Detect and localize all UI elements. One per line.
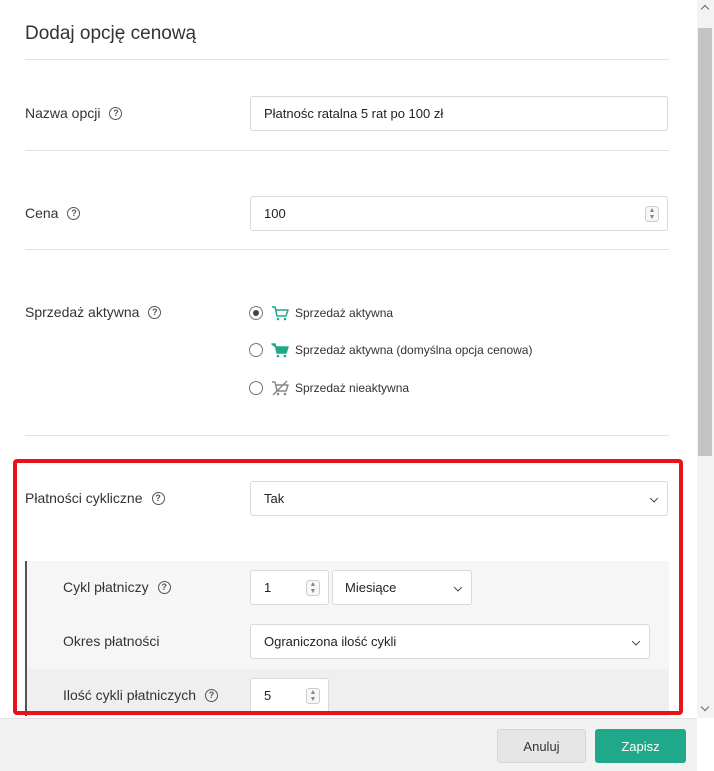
- help-icon[interactable]: ?: [157, 580, 171, 594]
- cycles-count-value: 5: [264, 688, 272, 703]
- cycle-value: 1: [264, 580, 272, 595]
- help-icon[interactable]: ?: [151, 491, 165, 505]
- period-label: Okres płatności: [63, 633, 159, 649]
- option-name-label: Nazwa opcji ?: [25, 105, 123, 121]
- price-label: Cena ?: [25, 205, 81, 221]
- recurring-label: Płatności cykliczne ?: [25, 490, 165, 506]
- recurring-value: Tak: [264, 491, 285, 506]
- option-name-input[interactable]: Płatnośc ratalna 5 rat po 100 zł: [250, 96, 668, 131]
- sale-option-label: Sprzedaż aktywna (domyślna opcja cenowa): [295, 343, 533, 357]
- recurring-label-text: Płatności cykliczne: [25, 490, 143, 506]
- period-select[interactable]: Ograniczona ilość cykli: [250, 624, 650, 659]
- cart-icon: [272, 306, 289, 321]
- dialog-footer: [0, 718, 697, 771]
- divider: [25, 249, 669, 250]
- sale-option-active[interactable]: Sprzedaż aktywna: [249, 305, 393, 321]
- price-option-dialog: Dodaj opcję cenową Nazwa opcji ? Płatnoś…: [0, 0, 714, 771]
- price-input[interactable]: 100 ▲ ▼: [250, 196, 668, 231]
- price-value: 100: [264, 206, 286, 221]
- price-stepper[interactable]: ▲ ▼: [645, 205, 659, 222]
- cycle-input[interactable]: 1 ▲ ▼: [250, 570, 329, 605]
- cart-disabled-icon: [272, 380, 289, 396]
- price-label-text: Cena: [25, 205, 59, 221]
- cycles-count-stepper[interactable]: ▲ ▼: [306, 687, 320, 704]
- option-name-value: Płatnośc ratalna 5 rat po 100 zł: [264, 106, 444, 121]
- option-name-label-text: Nazwa opcji: [25, 105, 101, 121]
- scroll-up-icon[interactable]: [700, 4, 710, 14]
- recurring-select[interactable]: Tak: [250, 481, 668, 516]
- divider: [25, 435, 669, 436]
- cycles-count-label-text: Ilość cykli płatniczych: [63, 687, 197, 703]
- help-icon[interactable]: ?: [205, 688, 219, 702]
- help-icon[interactable]: ?: [67, 206, 81, 220]
- sale-option-inactive[interactable]: Sprzedaż nieaktywna: [249, 380, 409, 396]
- save-button[interactable]: Zapisz: [595, 729, 686, 763]
- sale-active-label-text: Sprzedaż aktywna: [25, 304, 140, 320]
- period-value: Ograniczona ilość cykli: [264, 634, 397, 649]
- dialog-title: Dodaj opcję cenową: [25, 23, 197, 44]
- sale-option-default[interactable]: Sprzedaż aktywna (domyślna opcja cenowa): [249, 342, 532, 358]
- sale-active-label: Sprzedaż aktywna ?: [25, 304, 162, 320]
- cycles-count-input[interactable]: 5 ▲ ▼: [250, 678, 329, 713]
- radio-button[interactable]: [249, 381, 263, 395]
- help-icon[interactable]: ?: [109, 106, 123, 120]
- chevron-down-icon: [631, 636, 641, 646]
- scroll-down-icon[interactable]: [700, 702, 710, 712]
- period-label-text: Okres płatności: [63, 633, 160, 649]
- chevron-down-icon: [649, 493, 659, 503]
- cart-filled-icon: [271, 343, 289, 358]
- cycles-count-label: Ilość cykli płatniczych ?: [63, 687, 219, 703]
- cancel-button[interactable]: Anuluj: [497, 729, 586, 763]
- cycle-label: Cykl płatniczy ?: [63, 579, 171, 595]
- cycle-unit-select[interactable]: Miesiące: [332, 570, 472, 605]
- cycle-unit-value: Miesiące: [345, 580, 397, 595]
- scroll-thumb[interactable]: [698, 28, 712, 456]
- divider: [25, 59, 669, 60]
- scrollbar[interactable]: [697, 0, 714, 718]
- radio-button[interactable]: [249, 306, 263, 320]
- cycle-stepper[interactable]: ▲ ▼: [306, 579, 320, 596]
- chevron-down-icon: [453, 582, 463, 592]
- cycle-label-text: Cykl płatniczy: [63, 579, 149, 595]
- divider: [25, 150, 669, 151]
- radio-button[interactable]: [249, 343, 263, 357]
- sale-option-label: Sprzedaż nieaktywna: [295, 381, 410, 395]
- help-icon[interactable]: ?: [148, 305, 162, 319]
- sale-option-label: Sprzedaż aktywna: [295, 306, 394, 320]
